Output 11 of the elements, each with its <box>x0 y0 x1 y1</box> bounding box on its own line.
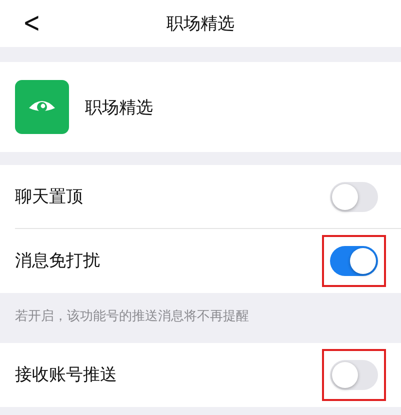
toggle-switch[interactable] <box>330 246 378 276</box>
account-name: 职场精选 <box>85 96 153 118</box>
setting-note: 若开启，该功能号的推送消息将不再提醒 <box>15 309 249 324</box>
setting-label: 消息免打扰 <box>15 250 101 272</box>
setting-label: 接收账号推送 <box>15 364 118 386</box>
toggle-switch[interactable] <box>330 182 378 212</box>
page-title: 职场精选 <box>166 13 234 35</box>
back-button[interactable]: < <box>18 6 46 39</box>
toggle-switch[interactable] <box>330 360 378 390</box>
setting-label: 聊天置顶 <box>15 186 84 208</box>
eye-icon <box>15 80 69 134</box>
